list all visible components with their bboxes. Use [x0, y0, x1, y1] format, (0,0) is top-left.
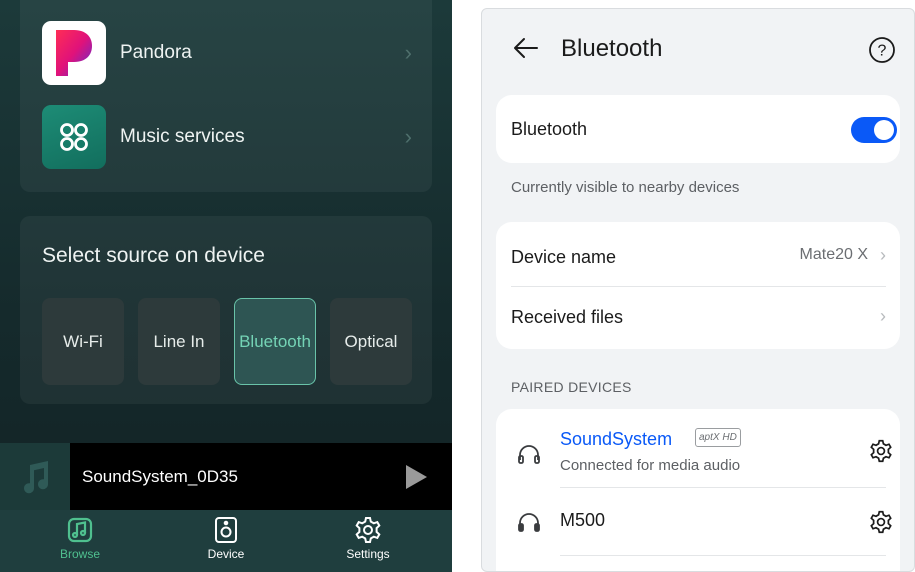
gear-icon[interactable]	[868, 438, 894, 464]
bluetooth-toggle-switch[interactable]	[851, 117, 897, 143]
album-art	[0, 443, 70, 510]
page-title: Bluetooth	[561, 35, 663, 62]
source-title: Select source on device	[42, 244, 265, 267]
source-button-optical[interactable]: Optical	[330, 298, 412, 385]
row-divider	[560, 555, 886, 556]
service-label: Music services	[120, 126, 245, 147]
gear-icon	[355, 517, 381, 543]
music-note-icon	[67, 517, 93, 543]
play-icon[interactable]	[404, 464, 428, 495]
screenshot-root: Pandora › Music services › Select source…	[0, 0, 915, 572]
headphones-icon	[516, 441, 542, 467]
pandora-logo-icon	[42, 21, 106, 85]
codec-badge: aptX HD	[695, 428, 741, 447]
toggle-knob	[874, 120, 894, 140]
tab-label: Browse	[59, 547, 100, 561]
speaker-icon	[215, 517, 237, 543]
paired-device-status: Connected for media audio	[560, 457, 741, 474]
bluetooth-toggle-label: Bluetooth	[511, 119, 588, 139]
chevron-right-icon: ›	[880, 306, 886, 326]
service-row-music-services[interactable]: Music services ›	[42, 104, 412, 170]
music-services-card: Pandora › Music services ›	[20, 0, 432, 192]
paired-devices-card: SoundSystem aptX HD Connected for media …	[496, 409, 900, 571]
music-services-icon	[42, 105, 106, 169]
help-icon[interactable]: ?	[868, 36, 896, 69]
bluetooth-settings-panel: Bluetooth ? Bluetooth Currently visible …	[481, 8, 915, 572]
source-button-bluetooth[interactable]: Bluetooth	[234, 298, 316, 385]
speaker-app-panel: Pandora › Music services › Select source…	[0, 0, 452, 572]
chevron-right-icon: ›	[404, 40, 412, 65]
bottom-tab-bar: Browse Device Settings	[0, 510, 452, 572]
music-note-icon	[24, 460, 49, 493]
tab-settings[interactable]: Settings	[323, 516, 413, 561]
device-name-value: Mate20 X	[799, 246, 868, 263]
paired-device-row[interactable]: SoundSystem aptX HD Connected for media …	[496, 409, 900, 487]
device-name-label: Device name	[511, 247, 617, 267]
mini-player[interactable]: SoundSystem_0D35	[0, 443, 452, 510]
source-select-card: Select source on device Wi-Fi Line In Bl…	[20, 216, 432, 404]
device-name-row[interactable]: Device name Mate20 X ›	[496, 222, 900, 286]
service-row-pandora[interactable]: Pandora ›	[42, 20, 412, 86]
svg-text:?: ?	[878, 43, 887, 60]
chevron-right-icon: ›	[404, 124, 412, 149]
device-info-card: Device name Mate20 X › Received files ›	[496, 222, 900, 349]
paired-device-name: M500	[560, 510, 606, 530]
chevron-right-icon: ›	[880, 245, 886, 265]
source-button-line-in[interactable]: Line In	[138, 298, 220, 385]
paired-device-name: SoundSystem	[560, 429, 673, 449]
tab-label: Device	[207, 547, 245, 561]
tab-device[interactable]: Device	[181, 516, 271, 561]
received-files-label: Received files	[511, 307, 624, 327]
received-files-row[interactable]: Received files ›	[496, 286, 900, 349]
paired-device-row[interactable]: M500	[496, 488, 900, 554]
tab-label: Settings	[346, 547, 390, 561]
bluetooth-toggle-card: Bluetooth	[496, 95, 900, 163]
track-name: SoundSystem_0D35	[82, 467, 238, 486]
tab-browse[interactable]: Browse	[35, 516, 125, 561]
paired-devices-header: PAIRED DEVICES	[511, 379, 632, 395]
gear-icon[interactable]	[868, 509, 894, 535]
back-arrow-icon[interactable]	[512, 34, 540, 67]
service-label: Pandora	[120, 42, 192, 63]
visibility-note: Currently visible to nearby devices	[511, 179, 740, 196]
headphones-icon	[516, 509, 542, 535]
source-button-wifi[interactable]: Wi-Fi	[42, 298, 124, 385]
